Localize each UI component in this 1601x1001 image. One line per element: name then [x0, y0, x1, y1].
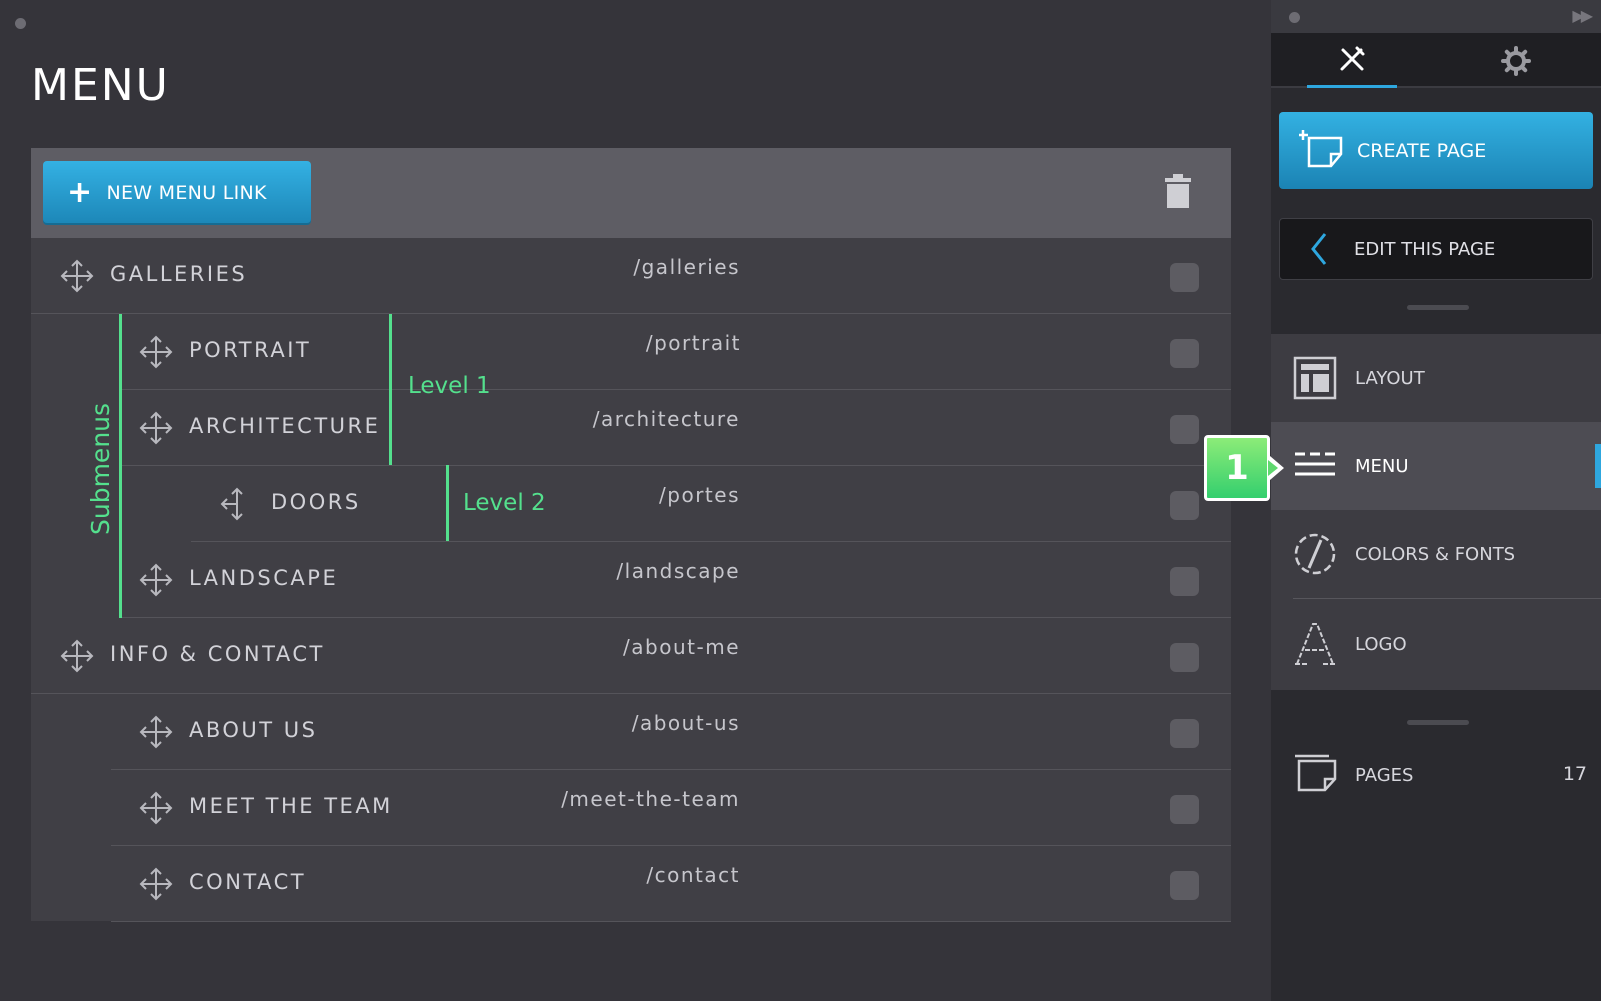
tab-settings[interactable]: [1471, 33, 1561, 88]
section-handle: [1407, 305, 1469, 310]
move-icon[interactable]: [138, 410, 174, 446]
trash-icon[interactable]: [1165, 174, 1191, 208]
sidebar-item-label: COLORS & FONTS: [1355, 543, 1516, 565]
create-page-button[interactable]: CREATE PAGE: [1279, 112, 1593, 189]
sidebar-item-layout[interactable]: LAYOUT: [1271, 334, 1601, 422]
edit-this-page-label: EDIT THIS PAGE: [1354, 238, 1496, 260]
sidebar-item-label: LOGO: [1355, 633, 1407, 655]
menu-row-doors: DOORS /portes: [191, 466, 1231, 542]
menu-row-path: /portrait: [645, 331, 741, 355]
collapse-sidebar-icon[interactable]: ▶▶: [1572, 6, 1593, 25]
pages-icon: [1295, 754, 1337, 792]
menu-icon: [1295, 452, 1335, 476]
create-page-label: CREATE PAGE: [1357, 139, 1487, 162]
level1-annotation: Level 1: [408, 373, 491, 399]
menu-row-contact: CONTACT /contact: [111, 846, 1231, 922]
row-checkbox[interactable]: [1170, 795, 1199, 824]
menu-row-path: /about-me: [623, 635, 740, 659]
level1-bracket-line: [389, 314, 392, 465]
menu-row-portrait: PORTRAIT /portrait: [121, 314, 1231, 390]
menu-row-about-us: ABOUT US /about-us: [111, 694, 1231, 770]
menu-row-path: /galleries: [633, 255, 740, 279]
menu-row-label: ARCHITECTURE: [189, 414, 381, 438]
sidebar-item-pages[interactable]: PAGES 17: [1271, 750, 1601, 800]
pages-count: 17: [1562, 763, 1587, 785]
row-checkbox[interactable]: [1170, 871, 1199, 900]
row-checkbox[interactable]: [1170, 719, 1199, 748]
menu-row-galleries: GALLERIES /galleries: [31, 238, 1231, 314]
sidebar-item-label: MENU: [1355, 455, 1409, 477]
sidebar-menu-group: LAYOUT MENU COLORS & FONTS LOGO: [1271, 334, 1601, 690]
layout-icon: [1293, 356, 1337, 400]
move-icon[interactable]: [138, 790, 174, 826]
move-icon[interactable]: [59, 258, 95, 294]
row-checkbox[interactable]: [1170, 643, 1199, 672]
level2-bracket-line: [446, 465, 449, 541]
chevron-left-icon: [1311, 233, 1327, 265]
menu-row-label: ABOUT US: [189, 718, 318, 742]
menu-row-label: PORTRAIT: [189, 338, 312, 362]
sidebar-item-label: LAYOUT: [1355, 367, 1425, 389]
menu-row-path: /landscape: [616, 559, 740, 583]
menu-toolbar: + NEW MENU LINK: [31, 148, 1231, 238]
sidebar-item-colors-fonts[interactable]: COLORS & FONTS: [1271, 510, 1601, 598]
move-icon[interactable]: [219, 486, 255, 522]
logo-icon: [1295, 623, 1335, 665]
row-divider: [111, 921, 1231, 922]
menu-row-path: /contact: [646, 863, 740, 887]
colors-fonts-icon: [1294, 533, 1336, 575]
new-menu-link-label: NEW MENU LINK: [106, 182, 267, 204]
move-icon[interactable]: [138, 334, 174, 370]
window-dot: [1289, 12, 1300, 23]
tools-icon: [1340, 46, 1365, 71]
menu-panel: + NEW MENU LINK GALLERIES /galleries POR…: [31, 148, 1231, 922]
menu-row-label: CONTACT: [189, 870, 307, 894]
tab-tools[interactable]: [1307, 33, 1397, 88]
step-callout-badge: 1: [1204, 435, 1270, 501]
menu-row-landscape: LANDSCAPE /landscape: [121, 542, 1231, 618]
plus-icon: +: [67, 175, 93, 210]
row-checkbox[interactable]: [1170, 491, 1199, 520]
menu-row-label: MEET THE TEAM: [189, 794, 393, 818]
page-title: MENU: [31, 60, 170, 111]
menu-row-path: /about-us: [631, 711, 740, 735]
menu-row-label: DOORS: [271, 490, 361, 514]
section-handle: [1407, 720, 1469, 725]
gear-icon: [1501, 45, 1531, 76]
callout-arrow-fill: [1268, 460, 1278, 476]
sidebar-divider: [1293, 598, 1601, 599]
create-page-icon: [1299, 130, 1343, 168]
menu-row-path: /architecture: [592, 407, 740, 431]
new-menu-link-button[interactable]: + NEW MENU LINK: [43, 161, 311, 225]
menu-row-info-contact: INFO & CONTACT /about-me: [31, 618, 1231, 694]
submenus-bracket-line: [119, 314, 122, 618]
move-icon[interactable]: [138, 714, 174, 750]
row-checkbox[interactable]: [1170, 263, 1199, 292]
sidebar-tabs: [1271, 33, 1601, 88]
menu-row-label: LANDSCAPE: [189, 566, 339, 590]
menu-row-label: INFO & CONTACT: [110, 642, 325, 666]
level2-annotation: Level 2: [463, 490, 546, 516]
sidebar-item-logo[interactable]: LOGO: [1271, 600, 1601, 688]
window-dot: [15, 18, 26, 29]
row-checkbox[interactable]: [1170, 415, 1199, 444]
edit-this-page-button[interactable]: EDIT THIS PAGE: [1279, 218, 1593, 280]
sidebar: ▶▶ CREATE PAGE EDIT THIS PAGE LAYOUT MEN…: [1271, 0, 1601, 1001]
row-checkbox[interactable]: [1170, 567, 1199, 596]
sidebar-titlebar: ▶▶: [1271, 0, 1601, 33]
menu-row-path: /meet-the-team: [561, 787, 740, 811]
pages-label: PAGES: [1355, 764, 1414, 786]
move-icon[interactable]: [59, 638, 95, 674]
active-indicator: [1595, 444, 1601, 488]
sidebar-item-menu[interactable]: MENU: [1271, 422, 1601, 510]
menu-row-label: GALLERIES: [110, 262, 248, 286]
submenus-annotation: Submenus: [86, 402, 115, 535]
move-icon[interactable]: [138, 866, 174, 902]
menu-row-meet-the-team: MEET THE TEAM /meet-the-team: [111, 770, 1231, 846]
menu-row-architecture: ARCHITECTURE /architecture: [121, 390, 1231, 466]
move-icon[interactable]: [138, 562, 174, 598]
row-checkbox[interactable]: [1170, 339, 1199, 368]
